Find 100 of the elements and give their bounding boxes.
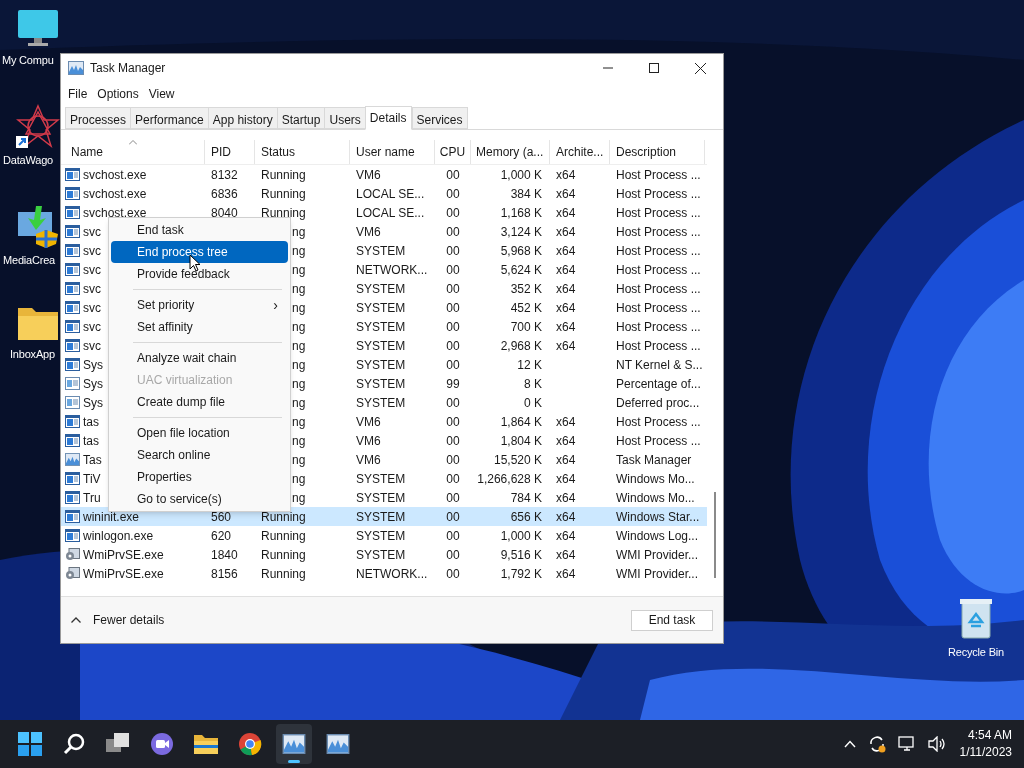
table-cell-text: 00: [446, 337, 460, 355]
table-cell[interactable]: tas: [83, 431, 99, 450]
window-title: Task Manager: [90, 60, 166, 77]
column-header[interactable]: Status: [255, 140, 350, 164]
table-cell-text: 00: [446, 527, 460, 545]
close-icon[interactable]: [695, 62, 706, 74]
menu-bar-item[interactable]: View: [148, 85, 175, 103]
table-cell-text: x64: [556, 489, 576, 507]
table-cell[interactable]: Tas: [83, 450, 102, 469]
network-icon[interactable]: [897, 736, 916, 752]
table-cell[interactable]: svc: [83, 317, 101, 336]
tab[interactable]: Users: [324, 107, 365, 129]
table-cell[interactable]: Tru: [83, 488, 101, 507]
table-cell-text: Windows Mo...: [616, 470, 695, 488]
menu-item[interactable]: Provide feedback: [111, 263, 288, 285]
window-icon: [65, 168, 80, 181]
table-cell-text: SYSTEM: [356, 318, 406, 336]
end-task-button[interactable]: End task: [631, 609, 713, 631]
table-cell-text: 1,168 K: [500, 204, 542, 222]
tab[interactable]: Performance: [130, 107, 208, 129]
menu-bar-item[interactable]: File: [68, 85, 88, 103]
menu-item[interactable]: Set affinity: [111, 316, 288, 338]
fewer-details-link[interactable]: Fewer details: [93, 611, 165, 629]
menu-item[interactable]: Search online: [111, 444, 288, 466]
table-cell-text: 0 K: [524, 394, 542, 412]
table-cell-text: Windows Mo...: [616, 489, 695, 507]
volume-icon[interactable]: [927, 736, 946, 752]
column-header[interactable]: Description: [610, 140, 705, 164]
table-cell-text: ng: [292, 451, 306, 469]
sync-icon[interactable]: [867, 735, 886, 753]
table-cell[interactable]: svc: [83, 241, 101, 260]
table-cell-text: ng: [292, 432, 306, 450]
desktop-icon-label: My Compu: [2, 53, 54, 68]
desktop-icon-label: MediaCrea: [3, 253, 55, 268]
table-cell-text: Host Process ...: [616, 166, 701, 184]
menu-bar-item[interactable]: Options: [97, 85, 139, 103]
column-header[interactable]: PID: [205, 140, 255, 164]
clock-time[interactable]: 4:54 AM: [967, 727, 1012, 744]
tab[interactable]: Details: [364, 106, 412, 130]
table-cell-text: 5,624 K: [500, 261, 542, 279]
tab[interactable]: Processes: [65, 107, 131, 129]
table-cell-text: ng: [292, 394, 306, 412]
table-cell[interactable]: svc: [83, 222, 101, 241]
column-header[interactable]: Archite...: [550, 140, 610, 164]
menu-item[interactable]: Go to service(s): [111, 488, 288, 510]
column-header[interactable]: User name: [350, 140, 435, 164]
table-cell[interactable]: svc: [83, 279, 101, 298]
column-header[interactable]: Memory (a...: [471, 140, 550, 164]
table-cell[interactable]: Sys: [83, 393, 103, 412]
table-cell-text: x64: [556, 451, 576, 469]
menu-item[interactable]: End process tree: [111, 241, 288, 263]
table-cell[interactable]: svchost.exe: [83, 165, 147, 184]
column-header[interactable]: Name: [61, 140, 205, 164]
table-cell[interactable]: svc: [83, 260, 101, 279]
table-cell[interactable]: Sys: [83, 374, 103, 393]
table-cell-text: 00: [446, 261, 460, 279]
table-cell-text: x64: [556, 204, 576, 222]
table-cell-text: 560: [211, 508, 232, 526]
menu-item[interactable]: Analyze wait chain: [111, 347, 288, 369]
table-cell[interactable]: TiV: [83, 469, 101, 488]
table-cell[interactable]: WmiPrvSE.exe: [83, 545, 164, 564]
table-cell-text: 2,968 K: [500, 337, 542, 355]
table-cell-text: 784 K: [510, 489, 542, 507]
menu-item[interactable]: Create dump file: [111, 391, 288, 413]
menu-item[interactable]: Properties: [111, 466, 288, 488]
table-cell[interactable]: Sys: [83, 355, 103, 374]
table-cell[interactable]: svchost.exe: [83, 184, 147, 203]
table-cell-text: 00: [446, 470, 460, 488]
menu-item[interactable]: Open file location: [111, 422, 288, 444]
table-cell[interactable]: tas: [83, 412, 99, 431]
window-icon: [65, 358, 80, 371]
table-cell[interactable]: svc: [83, 336, 101, 355]
table-cell[interactable]: winlogon.exe: [83, 526, 154, 545]
column-header[interactable]: CPU: [435, 140, 471, 164]
window-icon: [65, 339, 80, 352]
table-cell-text: x64: [556, 527, 576, 545]
taskbar-app[interactable]: [276, 724, 312, 764]
maximize-icon[interactable]: [649, 63, 659, 73]
table-cell-text: Running: [261, 204, 306, 222]
table-cell-text: 00: [446, 223, 460, 241]
table-cell-text: VM6: [356, 451, 381, 469]
menu-item[interactable]: Set priority ›: [111, 294, 288, 316]
table-cell-text: 00: [446, 299, 460, 317]
table-cell-text: Host Process ...: [616, 261, 701, 279]
tab[interactable]: Startup: [276, 107, 325, 129]
clock-date[interactable]: 1/11/2023: [959, 744, 1012, 761]
table-cell-text: Running: [261, 565, 306, 583]
table-cell[interactable]: WmiPrvSE.exe: [83, 564, 164, 583]
scrollbar-thumb[interactable]: [714, 492, 716, 578]
table-cell-text: 00: [446, 413, 460, 431]
menu-item[interactable]: End task: [111, 219, 288, 241]
table-cell-text: 1,000 K: [500, 166, 542, 184]
submenu-arrow: ›: [273, 295, 278, 315]
table-cell[interactable]: svc: [83, 298, 101, 317]
tab[interactable]: Services: [411, 107, 468, 129]
table-cell-text: 384 K: [510, 185, 542, 203]
tab[interactable]: App history: [207, 107, 277, 129]
task-view-icon: [106, 733, 130, 755]
chart-icon: [65, 453, 80, 466]
chevron-up-icon[interactable]: [71, 617, 81, 623]
